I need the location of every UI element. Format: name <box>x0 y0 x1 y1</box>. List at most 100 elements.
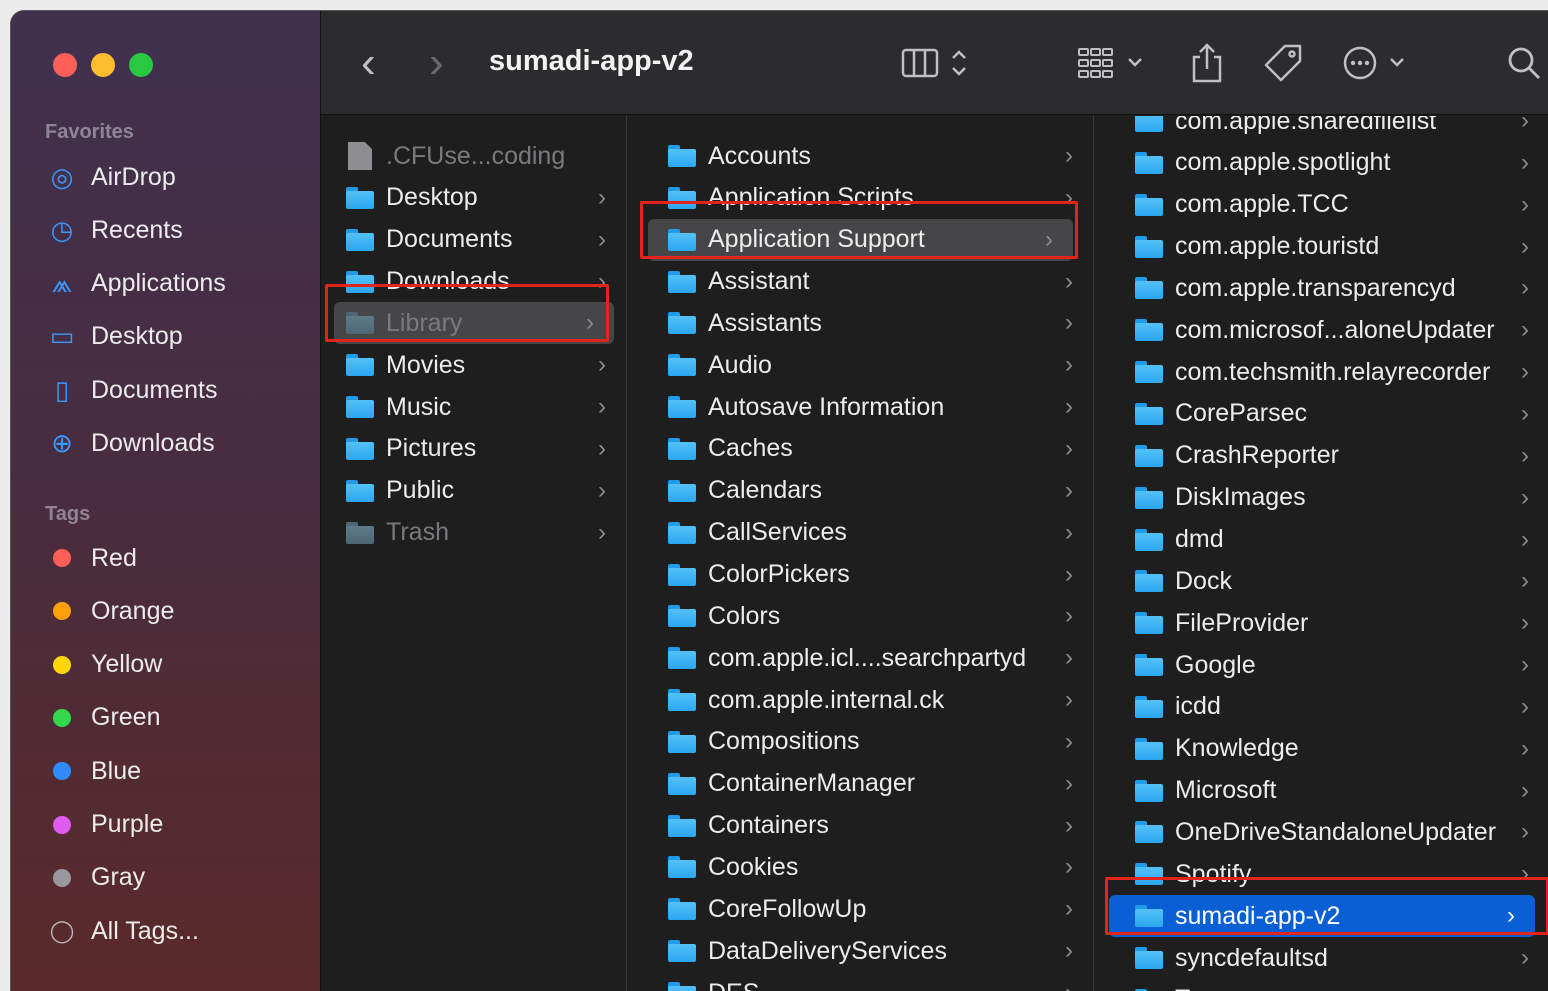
chevron-right-icon: › <box>1065 979 1073 991</box>
folder-row[interactable]: Calendars › <box>628 470 1093 512</box>
tag-button[interactable] <box>1263 37 1303 89</box>
folder-row[interactable]: Downloads › <box>322 261 626 303</box>
folder-row[interactable]: sumadi-app-v2 › <box>1109 895 1535 938</box>
chevron-right-icon: › <box>1065 183 1073 211</box>
sidebar-item-airdrop[interactable]: ◎ AirDrop <box>45 157 176 197</box>
folder-row[interactable]: Spotify › <box>1095 853 1548 895</box>
folder-row[interactable]: CallServices › <box>628 512 1093 554</box>
item-label: Music <box>386 392 452 421</box>
folder-row[interactable]: Autosave Information › <box>628 386 1093 428</box>
zoom-button[interactable] <box>129 53 153 77</box>
folder-row[interactable]: Containers › <box>628 805 1093 847</box>
folder-row[interactable]: DES › <box>628 972 1093 991</box>
folder-row[interactable]: com.apple.sharedfilelist › <box>1095 116 1548 142</box>
folder-row[interactable]: Teams › <box>1095 979 1548 991</box>
forward-button[interactable]: › <box>429 37 444 89</box>
item-label: Google <box>1175 650 1256 679</box>
folder-row[interactable]: Google › <box>1095 644 1548 686</box>
folder-row[interactable]: Application Scripts › <box>628 177 1093 219</box>
share-button[interactable] <box>1191 37 1223 89</box>
column-library[interactable]: Accounts › Application Scripts › Application… <box>628 116 1094 991</box>
folder-row[interactable]: com.apple.icl....searchpartyd › <box>628 637 1093 679</box>
folder-row[interactable]: Pictures › <box>322 428 626 470</box>
folder-row[interactable]: DataDeliveryServices › <box>628 930 1093 972</box>
folder-icon <box>668 437 696 460</box>
folder-icon <box>1135 737 1163 760</box>
folder-row[interactable]: com.techsmith.relayrecorder › <box>1095 351 1548 393</box>
more-actions-button[interactable] <box>1343 37 1409 89</box>
item-label: com.apple.spotlight <box>1175 148 1391 177</box>
folder-row[interactable]: OneDriveStandaloneUpdater › <box>1095 811 1548 853</box>
sidebar-item-tag-gray[interactable]: Gray <box>45 858 145 898</box>
sidebar-item-downloads[interactable]: ⊕ Downloads <box>45 424 215 464</box>
sidebar-item-documents[interactable]: ▯ Documents <box>45 370 218 410</box>
folder-row[interactable]: Microsoft › <box>1095 770 1548 812</box>
search-button[interactable] <box>1507 37 1541 89</box>
minimize-button[interactable] <box>91 53 115 77</box>
back-button[interactable]: ‹ <box>361 37 376 89</box>
sidebar-item-tag-yellow[interactable]: Yellow <box>45 645 162 685</box>
folder-row[interactable]: Cookies › <box>628 846 1093 888</box>
sidebar-item-label: Purple <box>91 810 164 838</box>
folder-row[interactable]: com.apple.transparencyd › <box>1095 267 1548 309</box>
group-button[interactable] <box>1077 37 1147 89</box>
sidebar-item-tag-blue[interactable]: Blue <box>45 751 141 791</box>
sidebar-item-all-tags[interactable]: ◯ All Tags... <box>45 911 199 951</box>
folder-row[interactable]: Colors › <box>628 595 1093 637</box>
item-label: Library <box>386 308 463 337</box>
folder-row[interactable]: Caches › <box>628 428 1093 470</box>
sidebar-item-desktop[interactable]: ▭ Desktop <box>45 317 183 357</box>
chevron-right-icon: › <box>1521 274 1529 302</box>
sidebar-item-tag-orange[interactable]: Orange <box>45 591 174 631</box>
folder-row[interactable]: Movies › <box>322 344 626 386</box>
folder-icon <box>1135 193 1163 216</box>
folder-row[interactable]: Public › <box>322 470 626 512</box>
folder-icon <box>346 270 374 293</box>
folder-row[interactable]: com.apple.touristd › <box>1095 226 1548 268</box>
folder-row[interactable]: dmd › <box>1095 519 1548 561</box>
sidebar-item-tag-green[interactable]: Green <box>45 698 160 738</box>
folder-row[interactable]: ContainerManager › <box>628 763 1093 805</box>
folder-row[interactable]: Desktop › <box>322 177 626 219</box>
folder-row[interactable]: CoreParsec › <box>1095 393 1548 435</box>
folder-row[interactable]: Knowledge › <box>1095 728 1548 770</box>
file-row[interactable]: .CFUse...coding <box>322 135 626 177</box>
folder-row[interactable]: CrashReporter › <box>1095 435 1548 477</box>
chevron-right-icon: › <box>429 38 444 87</box>
sidebar-item-tag-purple[interactable]: Purple <box>45 805 163 845</box>
folder-row[interactable]: Trash › <box>322 512 626 554</box>
folder-row[interactable]: DiskImages › <box>1095 477 1548 519</box>
folder-row[interactable]: Music › <box>322 386 626 428</box>
folder-row[interactable]: Application Support › <box>648 218 1073 261</box>
folder-row[interactable]: Documents › <box>322 219 626 261</box>
folder-row[interactable]: FileProvider › <box>1095 602 1548 644</box>
sidebar-item-recents[interactable]: ◷ Recents <box>45 210 183 250</box>
folder-row[interactable]: Assistants › <box>628 302 1093 344</box>
view-mode-button[interactable] <box>901 37 967 89</box>
sidebar-item-applications[interactable]: ⩕ Applications <box>45 264 226 304</box>
folder-icon <box>1135 116 1163 132</box>
folder-row[interactable]: Compositions › <box>628 721 1093 763</box>
folder-row[interactable]: icdd › <box>1095 686 1548 728</box>
folder-row[interactable]: Library › <box>334 302 614 345</box>
column-application-support[interactable]: com.apple.sharedfilelist › com.apple.spotl… <box>1095 116 1548 991</box>
folder-row[interactable]: com.apple.spotlight › <box>1095 142 1548 184</box>
item-label: com.apple.internal.ck <box>708 685 945 714</box>
chevron-right-icon: › <box>1065 518 1073 546</box>
folder-row[interactable]: Assistant › <box>628 261 1093 303</box>
folder-row[interactable]: com.microsof...aloneUpdater › <box>1095 309 1548 351</box>
folder-row[interactable]: Dock › <box>1095 560 1548 602</box>
item-label: Desktop <box>386 183 478 212</box>
folder-row[interactable]: Accounts › <box>628 135 1093 177</box>
column-home[interactable]: .CFUse...coding Desktop › Documents › Downloa… <box>322 116 627 991</box>
folder-row[interactable]: com.apple.internal.ck › <box>628 679 1093 721</box>
sidebar-item-tag-red[interactable]: Red <box>45 538 137 578</box>
close-button[interactable] <box>53 53 77 77</box>
item-label: Public <box>386 476 455 505</box>
tag-dot-icon <box>45 703 79 733</box>
folder-row[interactable]: CoreFollowUp › <box>628 888 1093 930</box>
folder-row[interactable]: ColorPickers › <box>628 554 1093 596</box>
folder-row[interactable]: com.apple.TCC › <box>1095 184 1548 226</box>
folder-row[interactable]: Audio › <box>628 344 1093 386</box>
folder-row[interactable]: syncdefaultsd › <box>1095 937 1548 979</box>
